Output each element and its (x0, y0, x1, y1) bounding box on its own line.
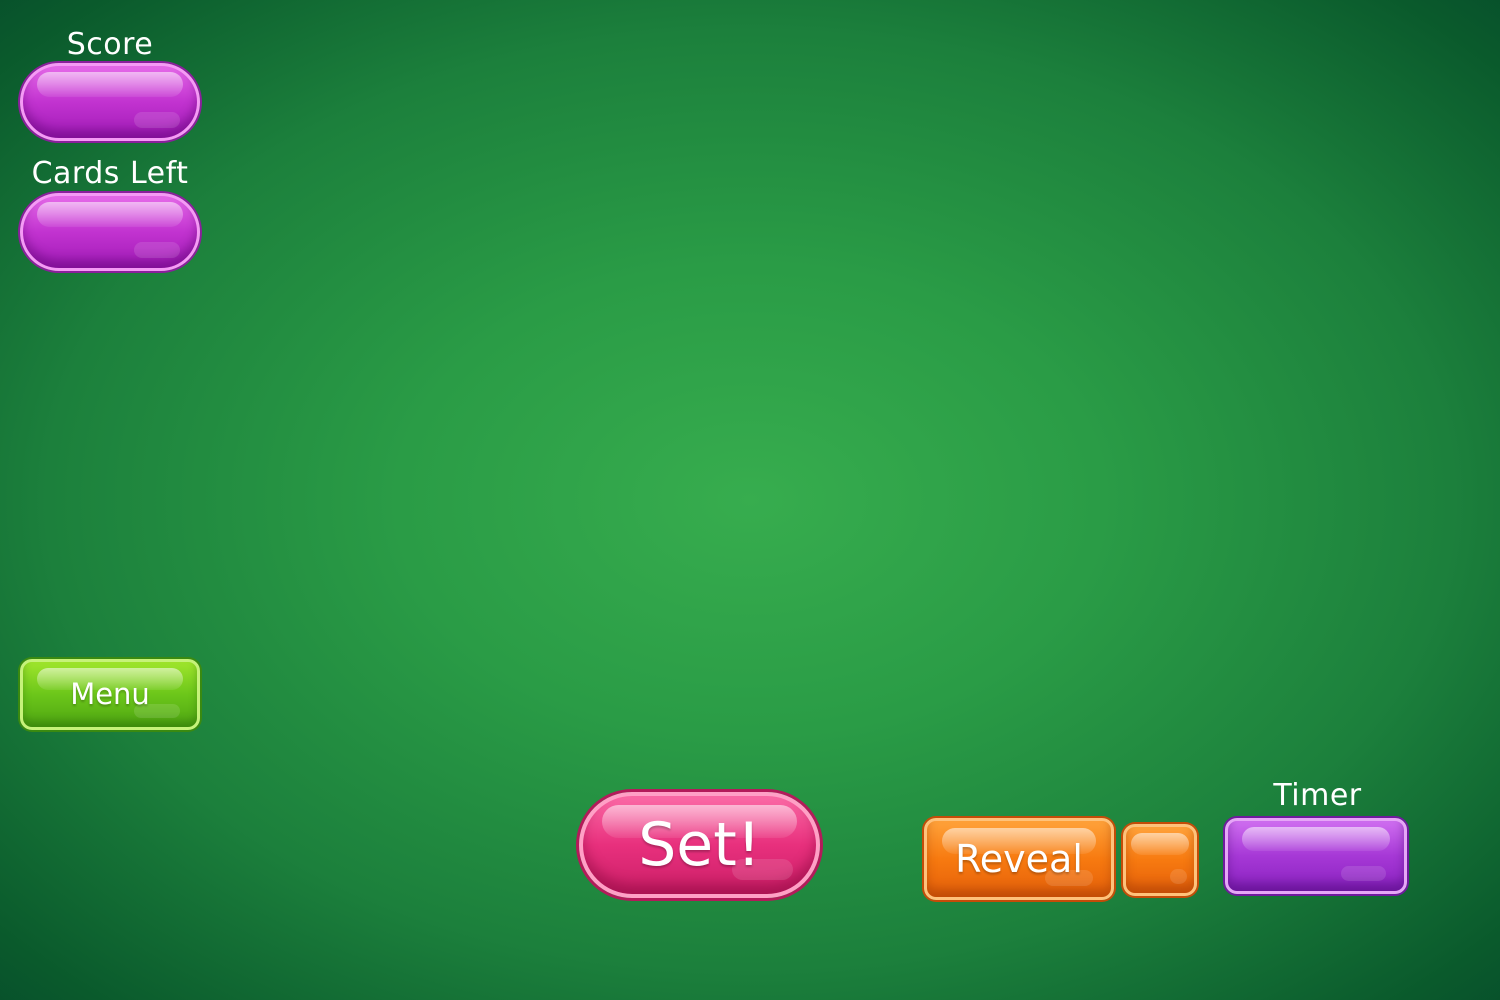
timer-display (1225, 818, 1407, 894)
score-display (20, 63, 200, 141)
score-label: Score (66, 27, 154, 62)
cards-left-display (20, 193, 200, 271)
reveal-button-label: Reveal (955, 837, 1083, 881)
reveal-button[interactable]: Reveal (924, 818, 1114, 900)
game-board: Score Cards Left Menu Set! Reveal Timer (0, 0, 1500, 1000)
cards-left-label: Cards Left (31, 156, 189, 191)
menu-button[interactable]: Menu (20, 659, 200, 730)
menu-button-label: Menu (70, 677, 150, 711)
timer-label: Timer (1273, 778, 1362, 813)
reveal-count-badge (1123, 824, 1197, 896)
set-button[interactable]: Set! (579, 792, 820, 898)
set-button-label: Set! (638, 810, 761, 880)
